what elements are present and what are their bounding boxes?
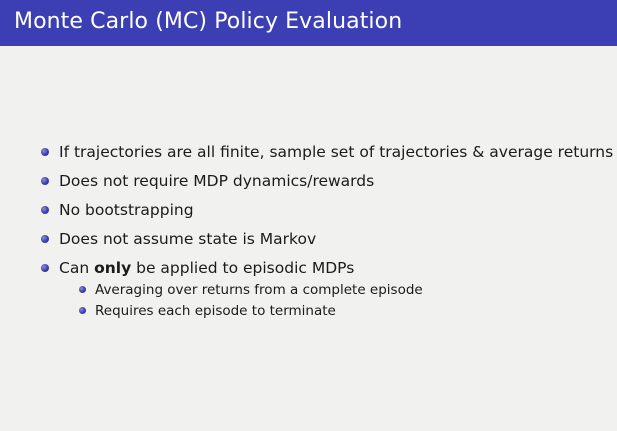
bullet-item: Does not require MDP dynamics/rewards (38, 171, 613, 200)
sub-bullet-icon (79, 286, 86, 293)
bullet-icon (41, 148, 49, 156)
bullet-icon (41, 235, 49, 243)
slide-title: Monte Carlo (MC) Policy Evaluation (14, 9, 403, 34)
bullet-text-bold: only (94, 259, 132, 277)
bullet-icon (41, 177, 49, 185)
sub-bullet-text: Requires each episode to terminate (95, 303, 336, 319)
sub-bullet-item: Requires each episode to terminate (76, 302, 423, 323)
bullet-text: Does not assume state is Markov (59, 230, 317, 248)
title-bar: Monte Carlo (MC) Policy Evaluation (0, 0, 617, 46)
bullet-text: No bootstrapping (59, 201, 194, 219)
sub-bullet-item: Averaging over returns from a complete e… (76, 281, 423, 302)
bullet-text: Does not require MDP dynamics/rewards (59, 172, 375, 190)
sub-bullet-icon (79, 307, 86, 314)
bullet-icon (41, 206, 49, 214)
bullet-list: If trajectories are all finite, sample s… (38, 142, 613, 287)
slide: Monte Carlo (MC) Policy Evaluation If tr… (0, 0, 617, 431)
bullet-item: Does not assume state is Markov (38, 229, 613, 258)
bullet-text-post: be applied to episodic MDPs (131, 259, 355, 277)
sub-bullet-list: Averaging over returns from a complete e… (76, 281, 423, 323)
bullet-icon (41, 264, 49, 272)
bullet-text: If trajectories are all finite, sample s… (59, 143, 614, 161)
bullet-item: If trajectories are all finite, sample s… (38, 142, 613, 171)
bullet-text-pre: Can (59, 259, 95, 277)
sub-bullet-text: Averaging over returns from a complete e… (95, 282, 423, 298)
bullet-item: No bootstrapping (38, 200, 613, 229)
